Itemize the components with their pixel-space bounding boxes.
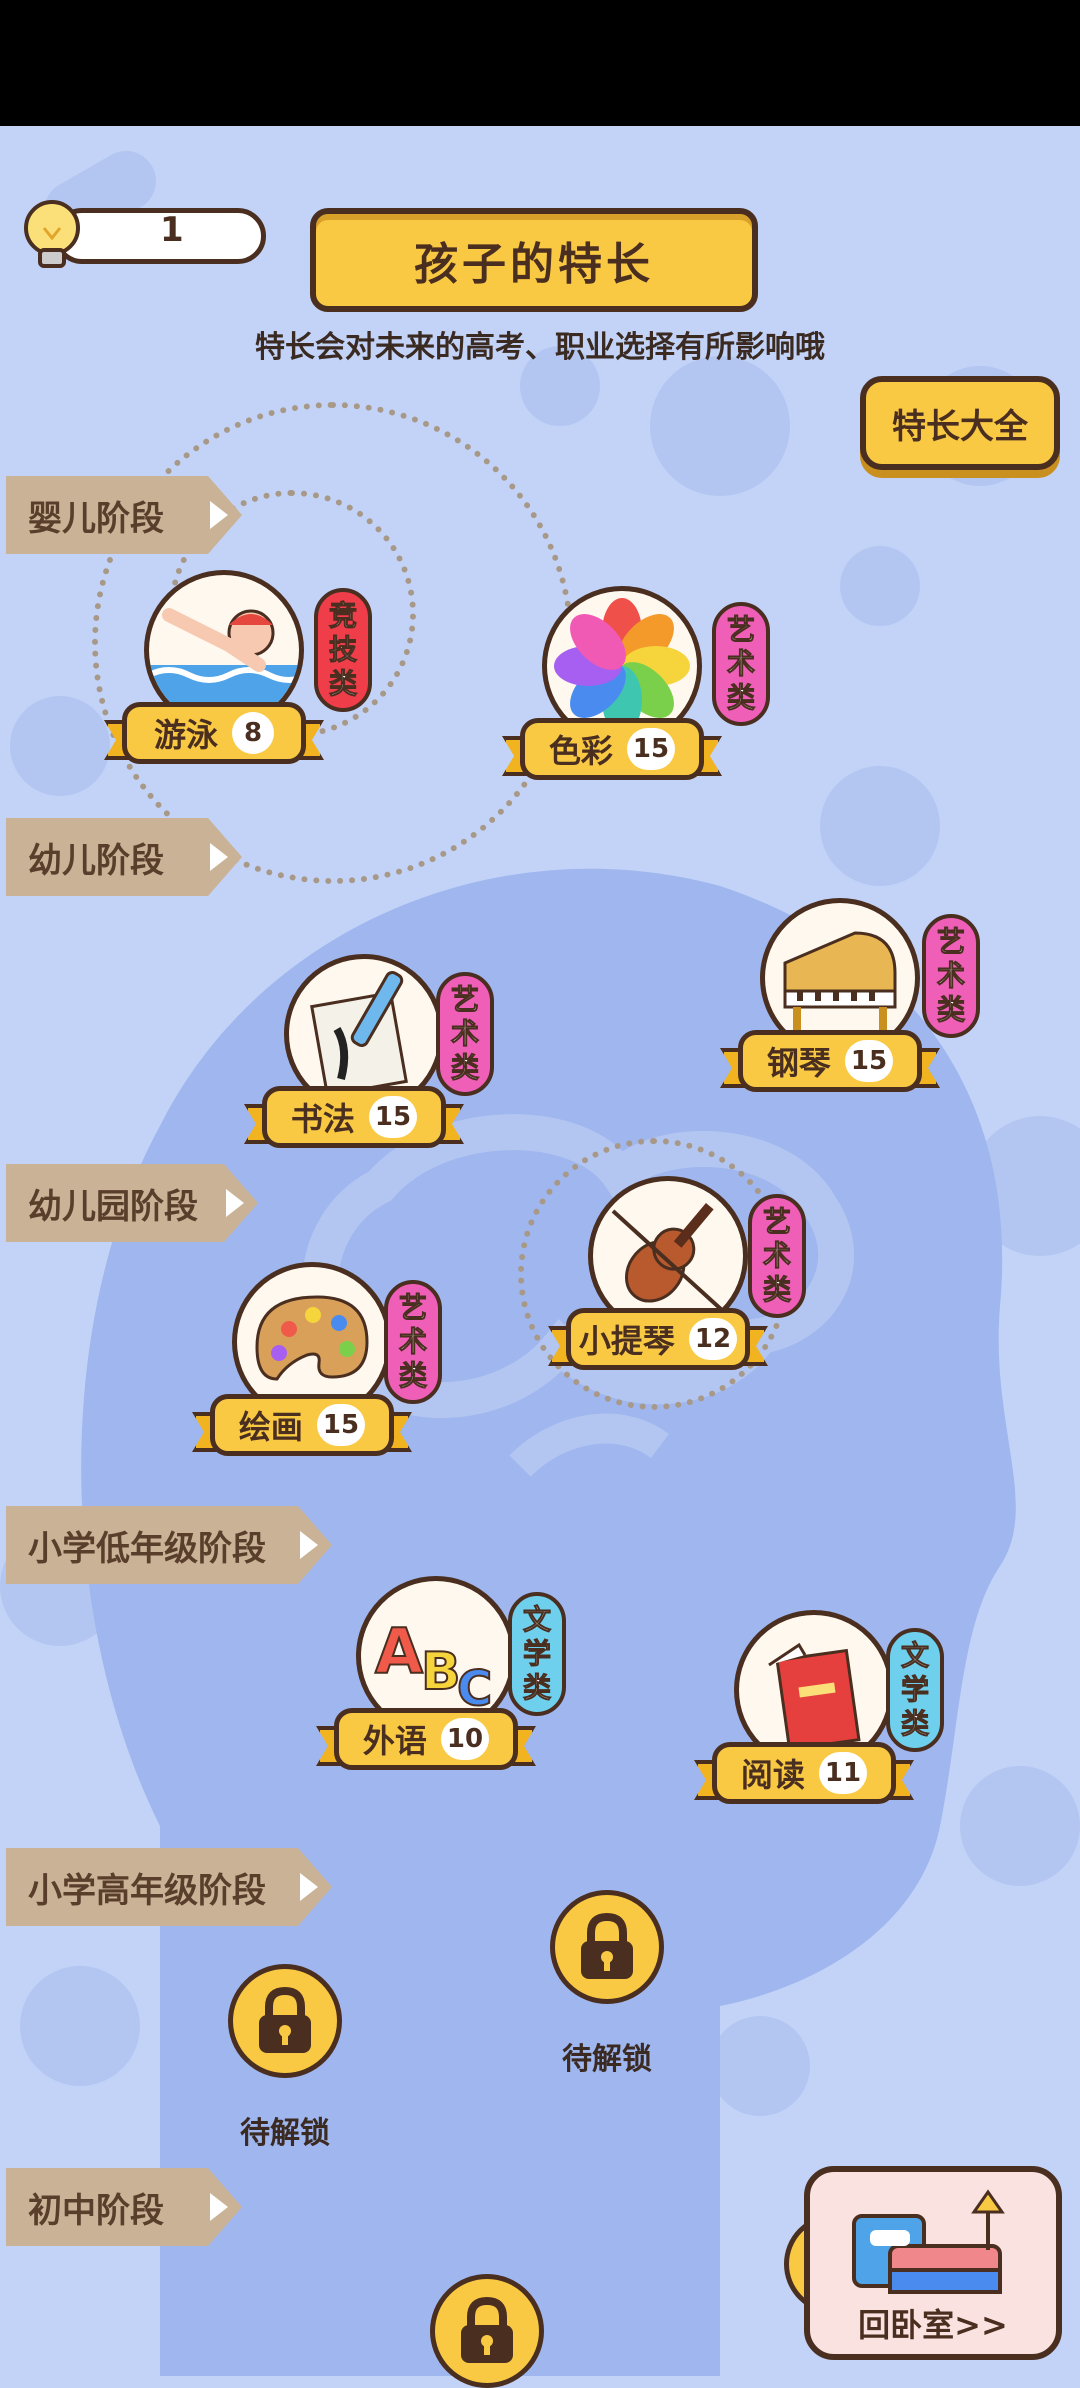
category-char: 类 — [762, 1273, 791, 1307]
stage-tag-lower-primary: 小学低年级阶段 — [6, 1506, 332, 1584]
page-title: 孩子的特长 — [310, 208, 758, 312]
category-label: 文学类 — [900, 1639, 929, 1741]
skill-level: 15 — [316, 1404, 366, 1446]
skill-name: 游泳 — [153, 716, 218, 754]
stage-tag-toddler: 幼儿阶段 — [6, 818, 242, 896]
skill-node-piano[interactable]: 钢琴 15 — [720, 898, 940, 1128]
category-char: 竞 — [328, 599, 357, 633]
category-char: 技 — [328, 633, 357, 667]
stage-tag-infant: 婴儿阶段 — [6, 476, 242, 554]
locked-skill-slot[interactable] — [228, 1964, 342, 2078]
bed-icon — [852, 2189, 1005, 2294]
category-badge-art: 艺术类 — [922, 914, 980, 1038]
category-badge-art: 艺术类 — [384, 1280, 442, 1404]
locked-skill-slot[interactable] — [430, 2274, 544, 2388]
skill-name: 钢琴 — [766, 1044, 831, 1082]
category-char: 术 — [450, 1017, 479, 1051]
category-char: 类 — [936, 993, 965, 1027]
stage-tag-kindergarten: 幼儿园阶段 — [6, 1164, 258, 1242]
skill-node-foreign-language[interactable]: A B C 外语 10 — [316, 1576, 536, 1806]
category-char: 术 — [398, 1325, 427, 1359]
category-char: 学 — [900, 1673, 929, 1707]
padlock-icon — [461, 2296, 513, 2363]
category-char: 艺 — [762, 1205, 791, 1239]
category-label: 艺术类 — [398, 1291, 427, 1393]
bulb-count: 1 — [160, 210, 184, 250]
skill-node-color[interactable]: 色彩 15 — [502, 586, 722, 816]
skill-level: 15 — [368, 1096, 418, 1138]
skill-node-painting[interactable]: 绘画 15 — [192, 1262, 412, 1492]
skill-name: 绘画 — [238, 1408, 303, 1446]
category-char: 类 — [522, 1671, 551, 1705]
category-char: 类 — [398, 1359, 427, 1393]
skill-name: 小提琴 — [578, 1322, 675, 1360]
lightbulb-icon — [24, 200, 80, 268]
stage-label: 小学高年级阶段 — [28, 1870, 266, 1911]
skill-level: 8 — [232, 712, 274, 754]
category-char: 类 — [900, 1707, 929, 1741]
skill-node-reading[interactable]: 阅读 11 — [694, 1610, 914, 1840]
status-bar — [0, 0, 1080, 126]
locked-skill-slot[interactable] — [550, 1890, 664, 2004]
category-label: 文学类 — [522, 1603, 551, 1705]
page-subtitle: 特长会对未来的高考、职业选择有所影响哦 — [255, 330, 825, 365]
category-label: 艺术类 — [936, 925, 965, 1027]
category-badge-literature: 文学类 — [886, 1628, 944, 1752]
all-skills-button-label: 特长大全 — [892, 406, 1028, 447]
category-char: 术 — [762, 1239, 791, 1273]
page-title-text: 孩子的特长 — [414, 239, 654, 290]
skill-node-swimming[interactable]: 游泳 8 — [104, 570, 324, 800]
category-char: 文 — [522, 1603, 551, 1637]
padlock-icon — [259, 1986, 311, 2053]
category-label: 艺术类 — [450, 983, 479, 1085]
category-char: 术 — [726, 647, 755, 681]
category-label: 艺术类 — [762, 1205, 791, 1307]
skill-name: 外语 — [362, 1722, 427, 1760]
padlock-icon — [581, 1912, 633, 1979]
svg-text:A: A — [375, 1615, 423, 1688]
stage-label: 初中阶段 — [28, 2190, 164, 2231]
bulb-counter: 1 — [20, 200, 270, 268]
category-char: 艺 — [936, 925, 965, 959]
category-char: 学 — [522, 1637, 551, 1671]
stage-tag-upper-primary: 小学高年级阶段 — [6, 1848, 332, 1926]
skill-level: 10 — [440, 1718, 490, 1760]
skill-node-calligraphy[interactable]: 书法 15 — [244, 954, 464, 1184]
skill-name: 书法 — [290, 1100, 355, 1138]
category-char: 术 — [936, 959, 965, 993]
category-char: 艺 — [398, 1291, 427, 1325]
skill-node-violin[interactable]: 小提琴 12 — [548, 1176, 768, 1406]
stage-label: 婴儿阶段 — [28, 498, 164, 539]
skill-level: 12 — [688, 1318, 738, 1360]
skill-level: 15 — [626, 728, 676, 770]
stage-label: 幼儿阶段 — [28, 840, 164, 881]
category-char: 类 — [328, 667, 357, 701]
category-badge-art: 艺术类 — [436, 972, 494, 1096]
category-badge-competitive: 竞技类 — [314, 588, 372, 712]
skill-name: 色彩 — [548, 732, 613, 770]
category-char: 类 — [726, 681, 755, 715]
locked-label: 待解锁 — [240, 2116, 330, 2151]
svg-text:B: B — [421, 1642, 461, 1702]
back-to-bedroom-button[interactable]: 回卧室>> — [804, 2166, 1062, 2360]
category-char: 文 — [900, 1639, 929, 1673]
stage-label: 小学低年级阶段 — [28, 1528, 266, 1569]
category-char: 艺 — [450, 983, 479, 1017]
category-label: 竞技类 — [328, 599, 357, 701]
back-to-bedroom-label: 回卧室>> — [858, 2306, 1008, 2344]
skill-level: 11 — [818, 1752, 868, 1794]
all-skills-button[interactable]: 特长大全 — [860, 376, 1060, 470]
category-badge-art: 艺术类 — [748, 1194, 806, 1318]
category-char: 类 — [450, 1051, 479, 1085]
skill-level: 15 — [844, 1040, 894, 1082]
category-badge-art: 艺术类 — [712, 602, 770, 726]
category-label: 艺术类 — [726, 613, 755, 715]
category-char: 艺 — [726, 613, 755, 647]
locked-label: 待解锁 — [562, 2042, 652, 2077]
skill-name: 阅读 — [740, 1756, 805, 1794]
stage-tag-junior-high: 初中阶段 — [6, 2168, 242, 2246]
category-badge-literature: 文学类 — [508, 1592, 566, 1716]
stage-label: 幼儿园阶段 — [28, 1186, 198, 1227]
